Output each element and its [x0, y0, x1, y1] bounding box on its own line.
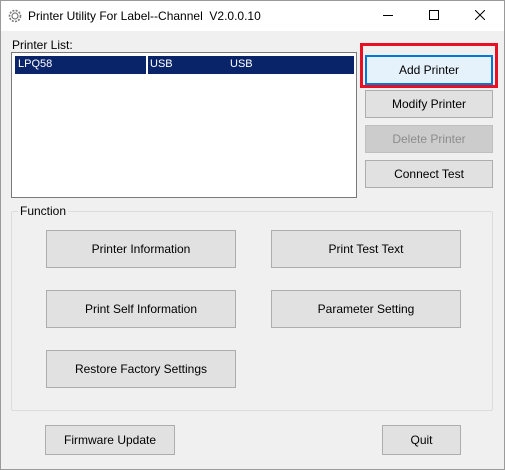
modify-printer-button[interactable]: Modify Printer	[365, 90, 493, 118]
delete-printer-button[interactable]: Delete Printer	[365, 125, 493, 153]
gear-icon	[7, 8, 23, 24]
firmware-update-button[interactable]: Firmware Update	[45, 425, 175, 455]
maximize-button[interactable]	[411, 1, 457, 31]
close-icon	[474, 9, 486, 23]
column-separator	[146, 56, 148, 74]
printer-list[interactable]: LPQ58 USB USB	[11, 52, 357, 198]
minimize-icon	[383, 9, 393, 23]
print-self-information-button[interactable]: Print Self Information	[46, 290, 236, 328]
main-window: Printer Utility For Label--Channel V2.0.…	[0, 0, 505, 470]
printer-port-cell: USB	[150, 58, 173, 70]
printer-list-label: Printer List:	[12, 38, 73, 52]
list-item[interactable]: LPQ58 USB USB	[15, 56, 354, 74]
printer-name-cell: LPQ58	[18, 58, 53, 70]
maximize-icon	[429, 9, 439, 23]
minimize-button[interactable]	[365, 1, 411, 31]
print-test-text-button[interactable]: Print Test Text	[271, 230, 461, 268]
window-title: Printer Utility For Label--Channel V2.0.…	[28, 9, 261, 23]
function-group-title: Function	[18, 204, 69, 218]
printer-type-cell: USB	[230, 58, 253, 70]
parameter-setting-button[interactable]: Parameter Setting	[271, 290, 461, 328]
add-printer-button[interactable]: Add Printer	[365, 55, 493, 85]
close-button[interactable]	[457, 1, 503, 31]
printer-information-button[interactable]: Printer Information	[46, 230, 236, 268]
quit-button[interactable]: Quit	[382, 425, 461, 455]
title-bar[interactable]: Printer Utility For Label--Channel V2.0.…	[1, 1, 504, 31]
restore-factory-settings-button[interactable]: Restore Factory Settings	[46, 350, 236, 388]
connect-test-button[interactable]: Connect Test	[365, 160, 493, 188]
